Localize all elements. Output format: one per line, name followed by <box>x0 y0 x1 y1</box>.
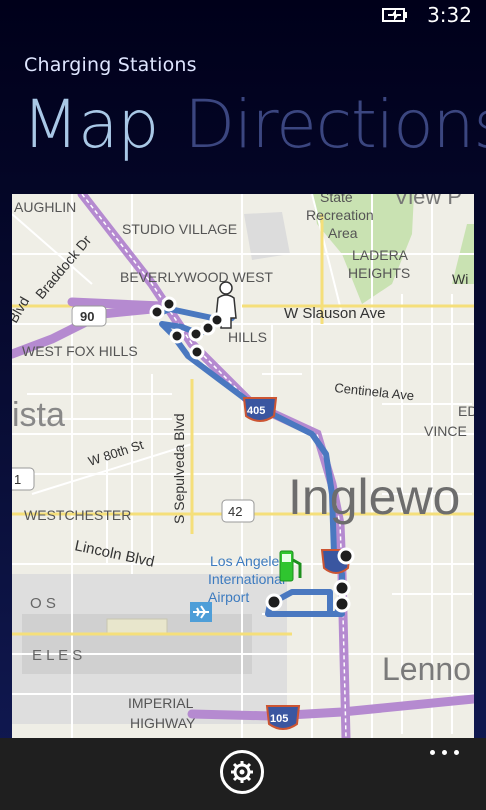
shield-42: 42 <box>221 499 255 523</box>
route-stop[interactable] <box>189 344 205 360</box>
route-stop[interactable] <box>333 595 351 613</box>
map-view[interactable]: AUGHLIN STUDIO VILLAGE State Recreation … <box>12 194 474 738</box>
label-heights: HEIGHTS <box>348 265 410 281</box>
route-stop[interactable] <box>265 593 283 611</box>
tab-map[interactable]: Map <box>22 86 159 163</box>
shield-90: 90 <box>71 305 107 327</box>
shield-405: 405 <box>242 397 278 422</box>
svg-text:42: 42 <box>228 504 242 519</box>
pivot-header: Map Directions <box>22 86 486 163</box>
label-area: Area <box>328 225 358 241</box>
status-bar: 3:32 <box>0 0 486 32</box>
svg-text:90: 90 <box>80 309 94 324</box>
route-stop[interactable] <box>188 326 204 342</box>
label-w-short: Wi <box>452 271 468 287</box>
route-stop[interactable] <box>337 547 355 565</box>
label-airport-3: Airport <box>208 589 249 605</box>
label-hills: HILLS <box>228 329 267 345</box>
label-ista: ista <box>12 396 65 434</box>
label-sepulveda: S Sepulveda Blvd <box>171 413 187 524</box>
label-laughlin: AUGHLIN <box>14 199 76 215</box>
label-eles: E L E S <box>32 647 82 664</box>
label-ed: ED <box>458 403 474 419</box>
gear-icon <box>231 761 253 783</box>
label-airport-2: International <box>208 571 285 587</box>
settings-button[interactable] <box>220 750 264 794</box>
label-state: State <box>320 194 353 205</box>
app-bar <box>0 738 486 810</box>
label-lenno: Lenno <box>382 651 471 687</box>
label-westchester: WESTCHESTER <box>24 507 131 523</box>
label-highway: HIGHWAY <box>130 715 196 731</box>
tab-directions[interactable]: Directions <box>184 86 486 163</box>
shield-105: 105 <box>265 705 301 730</box>
route-stop[interactable] <box>333 579 351 597</box>
svg-text:405: 405 <box>247 405 265 417</box>
route-stop[interactable] <box>161 296 177 312</box>
label-airport-1: Los Angeles <box>210 553 286 569</box>
label-inglewood: Inglewo <box>288 469 460 525</box>
label-imperial: IMPERIAL <box>128 695 194 711</box>
label-studio-village: STUDIO VILLAGE <box>122 221 237 237</box>
clock: 3:32 <box>427 3 472 27</box>
route-stop[interactable] <box>149 304 165 320</box>
label-vince: VINCE <box>424 423 467 439</box>
label-ladera: LADERA <box>352 247 409 263</box>
label-west-fox-hills: WEST FOX HILLS <box>22 343 138 359</box>
ellipsis-icon[interactable] <box>430 748 460 758</box>
label-view: View P <box>394 194 462 209</box>
route-stop[interactable] <box>169 328 185 344</box>
route-stop[interactable] <box>209 312 225 328</box>
label-recreation: Recreation <box>306 207 374 223</box>
map-canvas[interactable]: AUGHLIN STUDIO VILLAGE State Recreation … <box>12 194 474 738</box>
label-slauson: W Slauson Ave <box>284 305 385 322</box>
airplane-icon <box>190 602 212 622</box>
battery-charging-icon <box>382 8 407 22</box>
shield-1: 1 <box>12 467 35 491</box>
label-os: O S <box>30 595 56 612</box>
app-title: Charging Stations <box>24 54 197 76</box>
svg-text:105: 105 <box>270 713 288 725</box>
label-beverlywood: BEVERLYWOOD WEST <box>120 269 273 285</box>
svg-text:1: 1 <box>14 472 21 487</box>
